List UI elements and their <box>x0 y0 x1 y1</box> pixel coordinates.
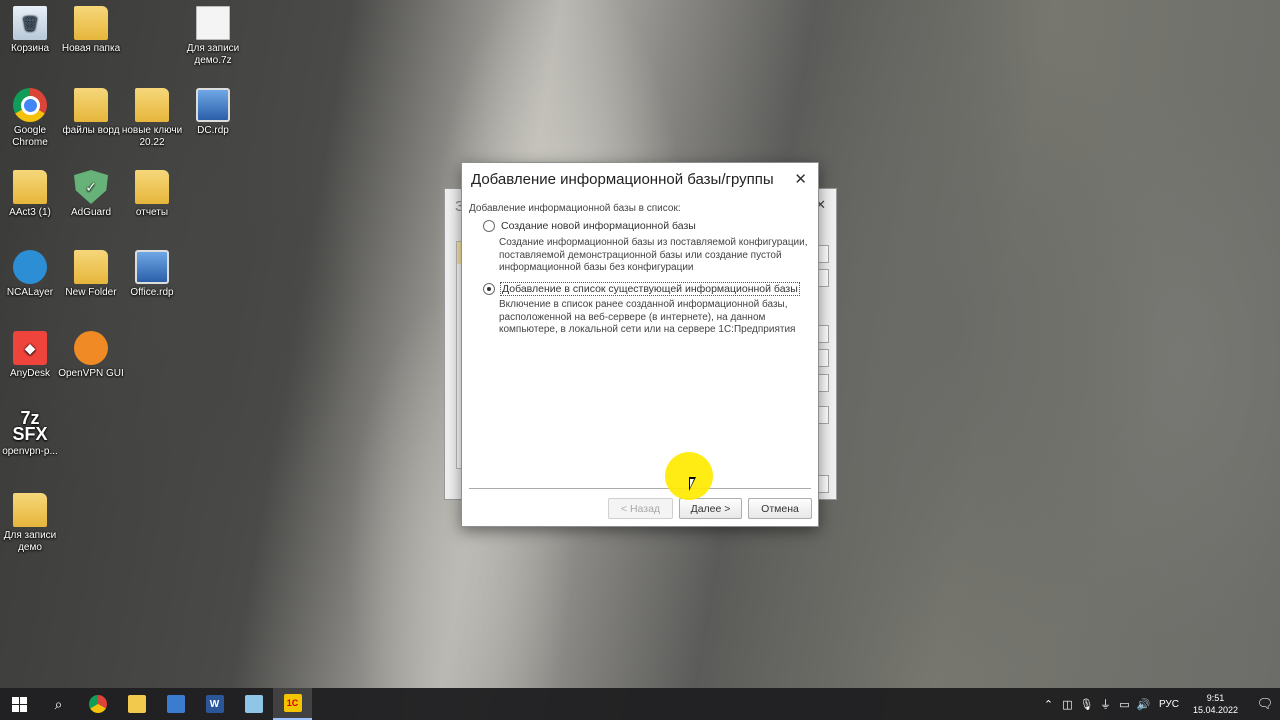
desktop-icon-label: OpenVPN GUI <box>58 368 124 379</box>
taskbar-word[interactable]: W <box>195 688 234 720</box>
desktop-icon-new-keys[interactable]: новые ключи 20.22 <box>117 88 187 149</box>
word-icon: W <box>205 695 224 713</box>
option-description: Создание информационной базы из поставля… <box>499 237 808 273</box>
start-button[interactable] <box>0 688 39 720</box>
usb-icon[interactable]: ⏚ <box>1096 696 1115 712</box>
option-add-existing[interactable]: Добавление в список существующей информа… <box>483 282 800 296</box>
clock-time: 9:51 <box>1206 693 1225 703</box>
search-button[interactable]: ⌕ <box>39 688 78 720</box>
system-tray: ⌃ ◫ 🎙 ⏚ ▭ 🔊 РУС 9:51 15.04.2022 🗨 <box>1039 688 1280 720</box>
taskbar-remote-desktop[interactable] <box>156 688 195 720</box>
option-create-new[interactable]: Создание новой информационной базы <box>483 220 697 232</box>
rdp-icon <box>196 88 230 122</box>
desktop-icon-openvpn[interactable]: OpenVPN GUI <box>56 331 126 380</box>
divider <box>469 488 811 489</box>
adguard-icon: ✓ <box>74 170 108 204</box>
desktop-icon-label: Новая папка <box>61 43 121 54</box>
taskbar-1c[interactable]: 1С <box>273 688 312 720</box>
search-icon: ⌕ <box>54 695 63 712</box>
clock-date: 15.04.2022 <box>1192 705 1238 715</box>
desktop-icon-adguard[interactable]: ✓ AdGuard <box>56 170 126 219</box>
sfx-icon: 7z SFX <box>12 408 48 444</box>
desktop-icon-label: отчеты <box>135 207 169 218</box>
mouse-cursor-icon <box>689 477 696 491</box>
desktop-icon-new-folder-2[interactable]: New Folder <box>56 250 126 299</box>
desktop-icon-label: openvpn-p... <box>2 446 58 457</box>
chevron-up-icon[interactable]: ⌃ <box>1039 698 1058 711</box>
notepad-icon <box>244 695 263 713</box>
radio-create-new[interactable] <box>483 220 495 232</box>
desktop-icon-openvpn-sfx[interactable]: 7z SFX openvpn-p... <box>0 409 65 458</box>
desktop-icon-label: Office.rdp <box>130 287 174 298</box>
notification-icon[interactable]: 🗨 <box>1250 696 1280 712</box>
add-infobase-dialog: Добавление информационной базы/группы ✕ … <box>461 162 819 527</box>
taskbar-file-explorer[interactable] <box>117 688 156 720</box>
taskbar-chrome[interactable] <box>78 688 117 720</box>
option-description: Включение в список ранее созданной инфор… <box>499 299 796 335</box>
windows-logo-icon <box>12 696 27 712</box>
volume-icon[interactable]: 🔊 <box>1134 698 1153 711</box>
desktop-icon-demo-archive[interactable]: Для записи демо.7z <box>178 6 248 67</box>
desktop-icon-reports[interactable]: отчеты <box>117 170 187 219</box>
folder-icon <box>74 88 108 122</box>
rdp-icon <box>166 695 185 713</box>
taskbar: ⌕ W 1С ⌃ ◫ 🎙 ⏚ ▭ 🔊 РУС 9:51 15.04.2022 🗨 <box>0 688 1280 720</box>
taskbar-notepad[interactable] <box>234 688 273 720</box>
cursor-highlight <box>665 452 713 500</box>
section-label: Добавление информационной базы в список: <box>469 203 681 214</box>
chrome-icon <box>88 695 107 713</box>
desktop-icon-new-folder[interactable]: Новая папка <box>56 6 126 55</box>
desktop-icon-label: новые ключи 20.22 <box>121 125 183 148</box>
folder-icon <box>13 170 47 204</box>
folder-icon <box>74 250 108 284</box>
openvpn-icon <box>74 331 108 365</box>
close-icon[interactable]: ✕ <box>794 170 807 188</box>
folder-icon <box>135 170 169 204</box>
cancel-button[interactable]: Отмена <box>748 498 812 519</box>
desktop-icon-label: AdGuard <box>70 207 112 218</box>
desktop-icon-dc-rdp[interactable]: DC.rdp <box>178 88 248 137</box>
recycle-bin-icon: 🗑 <box>13 6 47 40</box>
anydesk-icon: ◆ <box>13 331 47 365</box>
file-icon <box>196 6 230 40</box>
desktop-icon-label: Для записи демо.7z <box>186 43 240 66</box>
clock[interactable]: 9:51 15.04.2022 <box>1185 692 1250 716</box>
desktop-icon-demo-folder[interactable]: Для записи демо <box>0 493 65 554</box>
desktop-icon-label: Для записи демо <box>3 530 57 553</box>
desktop-icon-word-files[interactable]: файлы ворд <box>56 88 126 137</box>
folder-icon <box>127 695 146 713</box>
folder-icon <box>74 6 108 40</box>
option-label[interactable]: Добавление в список существующей информа… <box>500 282 800 296</box>
desktop-icon-label: New Folder <box>65 287 117 298</box>
desktop-icon-label: файлы ворд <box>62 125 120 136</box>
microphone-icon[interactable]: 🎙 <box>1077 698 1096 711</box>
desktop-icon-office-rdp[interactable]: Office.rdp <box>117 250 187 299</box>
folder-icon <box>13 493 47 527</box>
ncalayer-icon <box>13 250 47 284</box>
next-button[interactable]: Далее > <box>679 498 742 519</box>
chrome-icon <box>13 88 47 122</box>
meet-now-icon[interactable]: ◫ <box>1058 698 1077 711</box>
option-label[interactable]: Создание новой информационной базы <box>500 220 697 232</box>
desktop-icon-label: DC.rdp <box>197 125 229 136</box>
1c-icon: 1С <box>283 694 302 712</box>
radio-add-existing[interactable] <box>483 283 495 295</box>
language-indicator[interactable]: РУС <box>1153 699 1185 710</box>
folder-icon <box>135 88 169 122</box>
dialog-title: Добавление информационной базы/группы <box>471 171 774 188</box>
back-button[interactable]: < Назад <box>608 498 673 519</box>
rdp-icon <box>135 250 169 284</box>
network-icon[interactable]: ▭ <box>1115 698 1134 711</box>
